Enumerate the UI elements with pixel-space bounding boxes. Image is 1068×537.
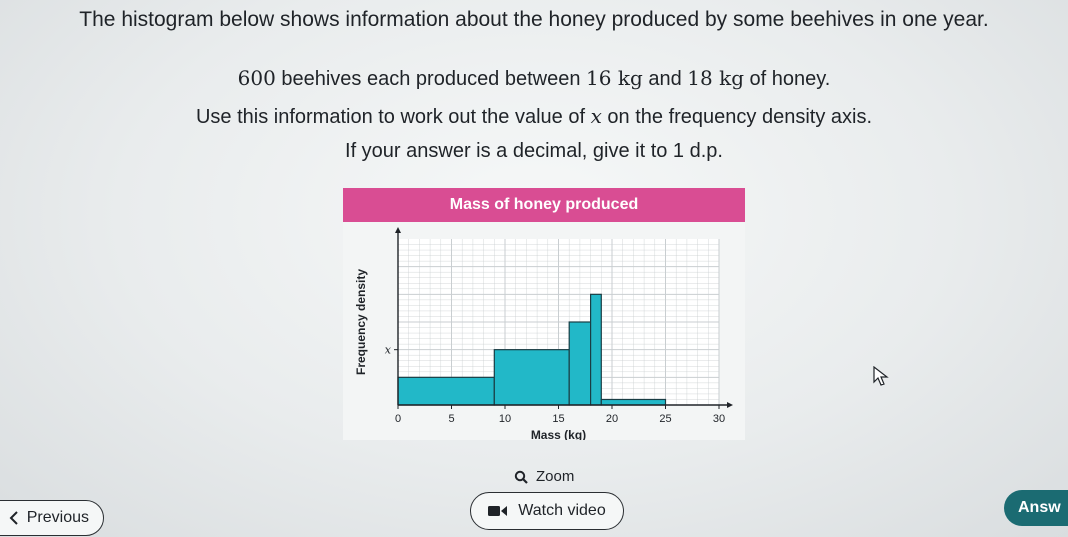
x-tick-label: 25 — [659, 413, 671, 425]
figure-title: Mass of honey produced — [343, 188, 745, 222]
line2-text-c: of honey. — [744, 68, 831, 90]
mouse-pointer-icon — [873, 366, 889, 386]
mass-lower: 16 kg — [586, 66, 643, 90]
y-axis-arrow — [395, 227, 401, 233]
beehive-count: 600 — [237, 66, 276, 90]
answer-label: Answ — [1018, 499, 1061, 516]
line3-text-a: Use this information to work out the val… — [195, 106, 591, 128]
variable-x: x — [590, 104, 602, 128]
x-tick-label: 10 — [499, 413, 511, 425]
x-tick-label: 30 — [713, 413, 725, 425]
line3-text-b: on the frequency density axis. — [601, 106, 873, 128]
x-tick-label: 0 — [395, 413, 401, 425]
histogram-bar — [590, 293, 602, 406]
answer-button[interactable]: Answ — [1004, 490, 1068, 526]
watch-video-label: Watch video — [518, 502, 606, 519]
histogram-bar — [568, 321, 592, 406]
histogram-bar — [493, 349, 570, 406]
x-tick-label: 5 — [448, 413, 454, 425]
line2-text-b: and — [642, 68, 688, 90]
question-line-1: The histogram below shows information ab… — [79, 8, 989, 31]
watch-video-button[interactable]: Watch video — [470, 492, 624, 530]
video-camera-icon — [488, 506, 508, 516]
chevron-left-icon — [9, 511, 18, 525]
histogram-bar — [397, 376, 495, 406]
y-tick-label: x — [385, 344, 392, 357]
zoom-button[interactable]: Zoom — [514, 468, 574, 485]
x-tick-label: 20 — [606, 413, 618, 425]
previous-label: Previous — [26, 509, 89, 526]
histogram-chart: 0 5 10 15 20 25 30 x Mass (kg) Frequency density — [354, 227, 733, 440]
histogram-figure[interactable]: Mass of honey produced 0 5 10 15 20 25 30 x Mass… — [343, 188, 745, 440]
question-line-3: Use this information to work out the val… — [0, 104, 1068, 129]
zoom-label: Zoom — [536, 468, 575, 485]
magnifier-icon — [514, 470, 528, 484]
x-axis-label: Mass (kg) — [531, 428, 586, 440]
mass-upper: 18 kg — [687, 66, 744, 90]
x-axis-arrow — [727, 402, 733, 408]
previous-button[interactable]: Previous — [0, 500, 104, 536]
question-line-4: If your answer is a decimal, give it to … — [345, 140, 723, 162]
y-axis-label: Frequency density — [354, 269, 368, 375]
line2-text-a: beehives each produced between — [275, 68, 587, 90]
question-line-2: 600 beehives each produced between 16 kg… — [0, 66, 1068, 91]
x-tick-label: 15 — [552, 413, 564, 425]
histogram-bar — [600, 398, 667, 406]
